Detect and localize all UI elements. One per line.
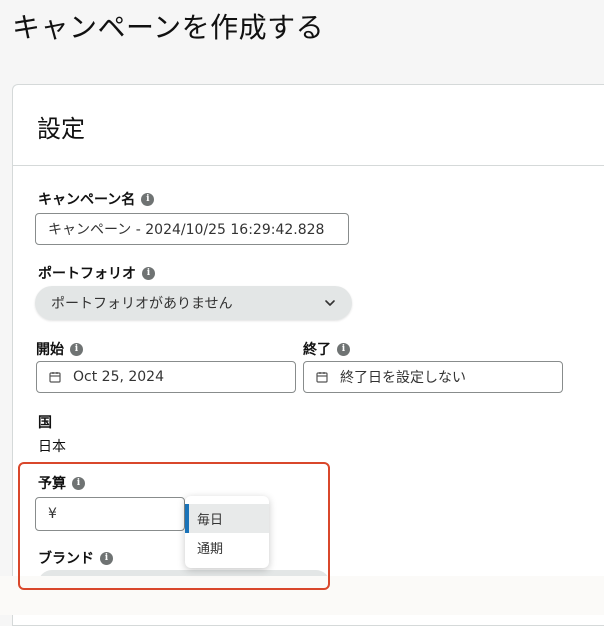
- end-date-value: 終了日を設定しない: [340, 370, 466, 386]
- start-date-input[interactable]: Oct 25, 2024: [36, 361, 296, 393]
- portfolio-selected-value: ポートフォリオがありません: [51, 296, 233, 312]
- calendar-icon: [49, 372, 61, 383]
- budget-period-dropdown: 毎日 通期: [185, 496, 269, 568]
- portfolio-label-text: ポートフォリオ: [38, 266, 136, 282]
- budget-option-daily[interactable]: 毎日: [185, 504, 269, 533]
- portfolio-select[interactable]: ポートフォリオがありません: [35, 286, 352, 320]
- end-date-input[interactable]: 終了日を設定しない: [303, 361, 563, 393]
- campaign-name-input[interactable]: キャンペーン - 2024/10/25 16:29:42.828: [35, 213, 349, 245]
- campaign-name-label-text: キャンペーン名: [38, 192, 136, 208]
- calendar-icon: [316, 372, 328, 383]
- portfolio-label: ポートフォリオ i: [38, 263, 155, 283]
- start-label-text: 開始: [36, 342, 64, 358]
- highlight-box: [18, 462, 330, 590]
- country-label-text: 国: [38, 415, 52, 431]
- start-date-value: Oct 25, 2024: [73, 369, 164, 385]
- info-icon[interactable]: i: [142, 266, 155, 280]
- country-value: 日本: [38, 439, 66, 455]
- page-title: キャンペーンを作成する: [12, 11, 325, 44]
- info-icon[interactable]: i: [141, 192, 155, 206]
- start-label: 開始 i: [36, 339, 83, 359]
- chevron-down-icon: [325, 300, 335, 306]
- campaign-name-label: キャンペーン名 i: [38, 189, 155, 209]
- budget-option-lifetime[interactable]: 通期: [185, 533, 269, 562]
- panel-header: 設定: [13, 85, 604, 166]
- end-label-text: 終了: [303, 342, 331, 358]
- info-icon[interactable]: i: [70, 342, 83, 356]
- campaign-name-value: キャンペーン - 2024/10/25 16:29:42.828: [48, 222, 325, 238]
- end-label: 終了 i: [303, 339, 350, 359]
- panel-title: 設定: [37, 115, 85, 143]
- info-icon[interactable]: i: [337, 342, 350, 356]
- country-label: 国: [38, 412, 52, 432]
